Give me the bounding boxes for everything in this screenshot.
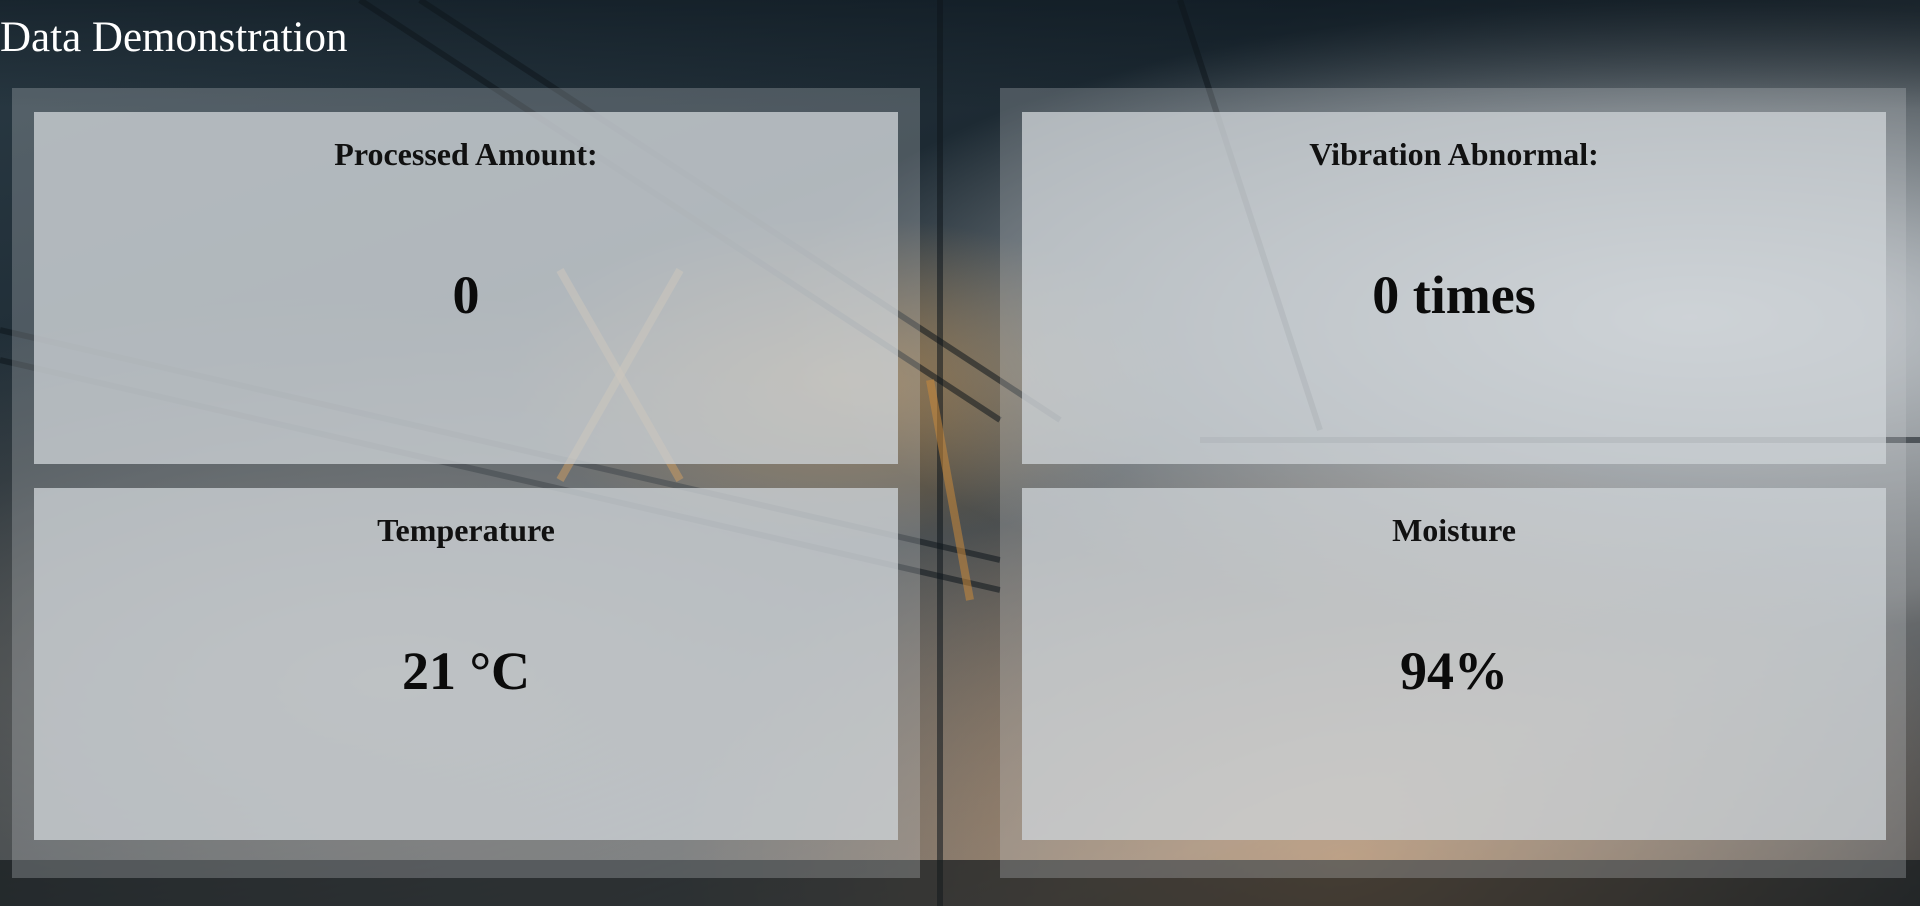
moisture-card: Moisture 94%: [1022, 488, 1886, 840]
vibration-abnormal-card: Vibration Abnormal: 0 times: [1022, 112, 1886, 464]
moisture-value: 94%: [1400, 641, 1508, 701]
vibration-abnormal-value: 0 times: [1372, 265, 1536, 325]
processed-amount-label: Processed Amount:: [334, 136, 598, 172]
processed-amount-card: Processed Amount: 0: [34, 112, 898, 464]
temperature-label: Temperature: [377, 512, 555, 548]
processed-amount-value: 0: [452, 265, 480, 325]
vibration-abnormal-label: Vibration Abnormal:: [1309, 136, 1599, 172]
temperature-card: Temperature 21 °C: [34, 488, 898, 840]
temperature-value: 21 °C: [401, 641, 531, 701]
moisture-label: Moisture: [1392, 512, 1516, 548]
page-title: Data Demonstration: [0, 14, 348, 61]
